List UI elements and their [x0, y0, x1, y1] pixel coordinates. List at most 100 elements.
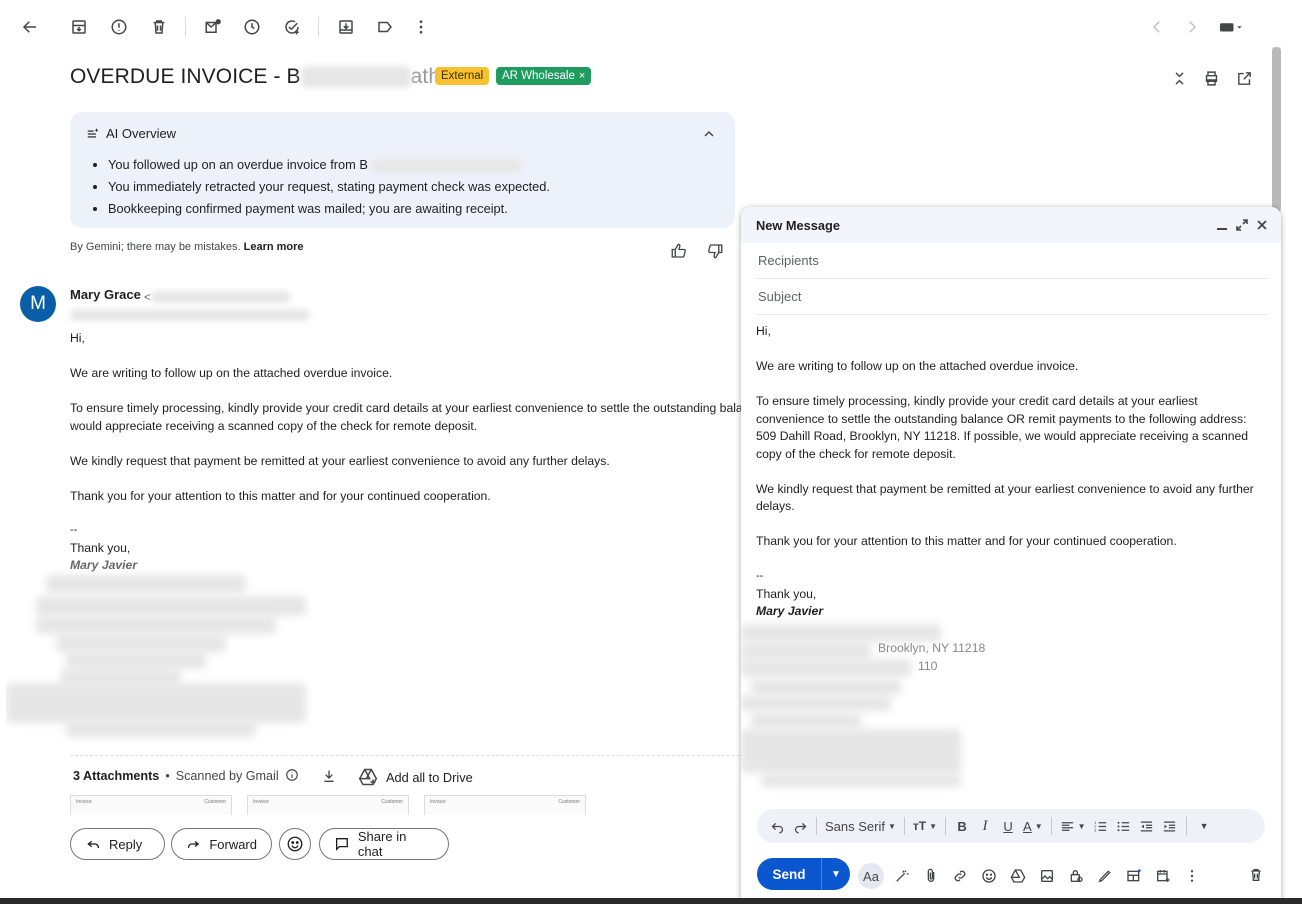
- avatar[interactable]: M: [20, 286, 56, 322]
- compose-paragraph: We are writing to follow up on the attac…: [756, 359, 1079, 373]
- label-external[interactable]: External: [435, 67, 490, 85]
- remove-label-icon[interactable]: ×: [579, 67, 585, 85]
- ai-bullet: Bookkeeping confirmed payment was mailed…: [108, 200, 550, 222]
- minimize-icon[interactable]: [1213, 216, 1231, 234]
- compose-sig-thanks: Thank you,: [756, 586, 817, 601]
- open-in-new-window-icon[interactable]: [1233, 67, 1255, 89]
- redacted-signature: [66, 721, 256, 737]
- close-icon[interactable]: [1253, 216, 1271, 234]
- format-divider: [903, 817, 905, 835]
- subject-input[interactable]: [756, 288, 1268, 305]
- attachment-thumbnail[interactable]: Invoice Customer: [70, 795, 232, 815]
- ai-bullet: You followed up on an overdue invoice fr…: [108, 156, 550, 178]
- print-icon[interactable]: [1200, 67, 1222, 89]
- italic-icon[interactable]: I: [975, 815, 995, 837]
- send-button[interactable]: Send: [757, 858, 821, 890]
- compose-sig-visible: 110: [918, 659, 938, 673]
- compose-paragraph: Thank you for your attention to this mat…: [756, 534, 1177, 548]
- formatting-options-button[interactable]: Aa: [858, 863, 884, 889]
- attachments-divider: [70, 755, 770, 756]
- font-family-select[interactable]: Sans Serif ▼: [823, 815, 898, 837]
- move-to-icon[interactable]: [334, 15, 358, 39]
- subject-field[interactable]: [756, 279, 1268, 315]
- redo-icon[interactable]: [790, 815, 810, 837]
- share-in-chat-button[interactable]: Share in chat: [319, 828, 449, 860]
- ai-bullet-text: You followed up on an overdue invoice fr…: [108, 157, 368, 172]
- add-task-icon[interactable]: [280, 15, 304, 39]
- thumbs-down-icon[interactable]: [704, 240, 726, 262]
- toolbar-divider: [318, 17, 319, 37]
- report-spam-icon[interactable]: [107, 15, 131, 39]
- undo-icon[interactable]: [767, 815, 787, 837]
- attachment-thumbnail[interactable]: Invoice Customer: [247, 795, 409, 815]
- download-all-icon[interactable]: [321, 768, 337, 784]
- font-size-icon[interactable]: тТ ▼: [911, 815, 939, 837]
- fullscreen-icon[interactable]: [1233, 216, 1251, 234]
- snooze-icon[interactable]: [240, 15, 264, 39]
- text-color-icon[interactable]: A ▼: [1021, 815, 1045, 837]
- redacted-signature: [761, 773, 961, 787]
- layouts-icon[interactable]: [1123, 865, 1145, 887]
- insert-link-icon[interactable]: [949, 865, 971, 887]
- insert-emoji-icon[interactable]: [978, 865, 1000, 887]
- expand-all-icon[interactable]: [1168, 67, 1190, 89]
- archive-icon[interactable]: [67, 15, 91, 39]
- signature-pen-icon[interactable]: [1094, 865, 1116, 887]
- add-all-to-drive-button[interactable]: Add all to Drive: [358, 767, 473, 787]
- redacted-signature: [46, 575, 246, 593]
- reply-button[interactable]: Reply: [70, 828, 165, 860]
- newer-chevron-icon[interactable]: [1145, 15, 1169, 39]
- compose-header[interactable]: New Message: [741, 207, 1281, 243]
- delete-icon[interactable]: [147, 15, 171, 39]
- thumb-left-text: Invoice: [76, 799, 92, 805]
- label-icon[interactable]: [373, 15, 397, 39]
- sender-name[interactable]: Mary Grace: [70, 287, 141, 302]
- recipients-field[interactable]: [756, 243, 1268, 279]
- info-icon[interactable]: [285, 768, 301, 784]
- schedule-event-icon[interactable]: [1152, 865, 1174, 887]
- attach-file-icon[interactable]: [920, 865, 942, 887]
- magic-wand-icon[interactable]: [891, 865, 913, 887]
- label-ar-wholesale[interactable]: AR Wholesale ×: [496, 67, 592, 85]
- underline-icon[interactable]: U: [998, 815, 1018, 837]
- add-all-to-drive-label: Add all to Drive: [386, 769, 473, 785]
- attachments-header: 3 Attachments • Scanned by Gmail: [73, 768, 337, 784]
- more-options-icon[interactable]: [1181, 865, 1203, 887]
- collapse-chevron-icon[interactable]: [699, 124, 719, 144]
- older-chevron-icon[interactable]: [1180, 15, 1204, 39]
- discard-draft-icon[interactable]: [1245, 864, 1267, 886]
- more-vert-icon[interactable]: [409, 15, 433, 39]
- compose-title: New Message: [756, 217, 840, 233]
- attachment-thumbnail[interactable]: Invoice Customer: [424, 795, 586, 815]
- mark-unread-icon[interactable]: [201, 15, 225, 39]
- emoji-react-button[interactable]: [279, 828, 311, 860]
- indent-more-icon[interactable]: [1160, 815, 1180, 837]
- forward-button[interactable]: Forward: [171, 828, 272, 860]
- compose-sig-dash: --: [756, 570, 764, 582]
- align-icon[interactable]: ▼: [1058, 815, 1088, 837]
- compose-body[interactable]: Hi, We are writing to follow up on the a…: [756, 323, 1261, 621]
- bold-icon[interactable]: B: [952, 815, 972, 837]
- caret-down-icon: ▼: [887, 821, 896, 831]
- google-drive-icon[interactable]: [1007, 865, 1029, 887]
- learn-more-link[interactable]: Learn more: [244, 241, 304, 253]
- more-formatting-icon[interactable]: ▼: [1193, 815, 1213, 837]
- label-ar-text: AR Wholesale: [502, 70, 575, 82]
- bulleted-list-icon[interactable]: [1114, 815, 1134, 837]
- numbered-list-icon[interactable]: 123: [1091, 815, 1111, 837]
- window-bottom-edge: [0, 898, 1302, 904]
- recipients-summary[interactable]: [70, 306, 315, 321]
- send-options-caret-icon[interactable]: ▼: [821, 858, 850, 890]
- redacted-signature: [751, 679, 901, 695]
- insert-photo-icon[interactable]: [1036, 865, 1058, 887]
- thumb-right-text: Customer: [381, 799, 403, 805]
- compose-paragraph: To ensure timely processing, kindly prov…: [756, 394, 1249, 461]
- indent-less-icon[interactable]: [1137, 815, 1157, 837]
- drive-add-icon: [358, 768, 378, 786]
- thumbs-up-icon[interactable]: [668, 240, 690, 262]
- confidential-mode-icon[interactable]: [1065, 865, 1087, 887]
- input-tools-keyboard-icon[interactable]: [1214, 15, 1250, 39]
- recipients-input[interactable]: [756, 252, 1268, 269]
- back-arrow-icon[interactable]: [18, 15, 42, 39]
- scrollbar-thumb[interactable]: [1272, 47, 1281, 212]
